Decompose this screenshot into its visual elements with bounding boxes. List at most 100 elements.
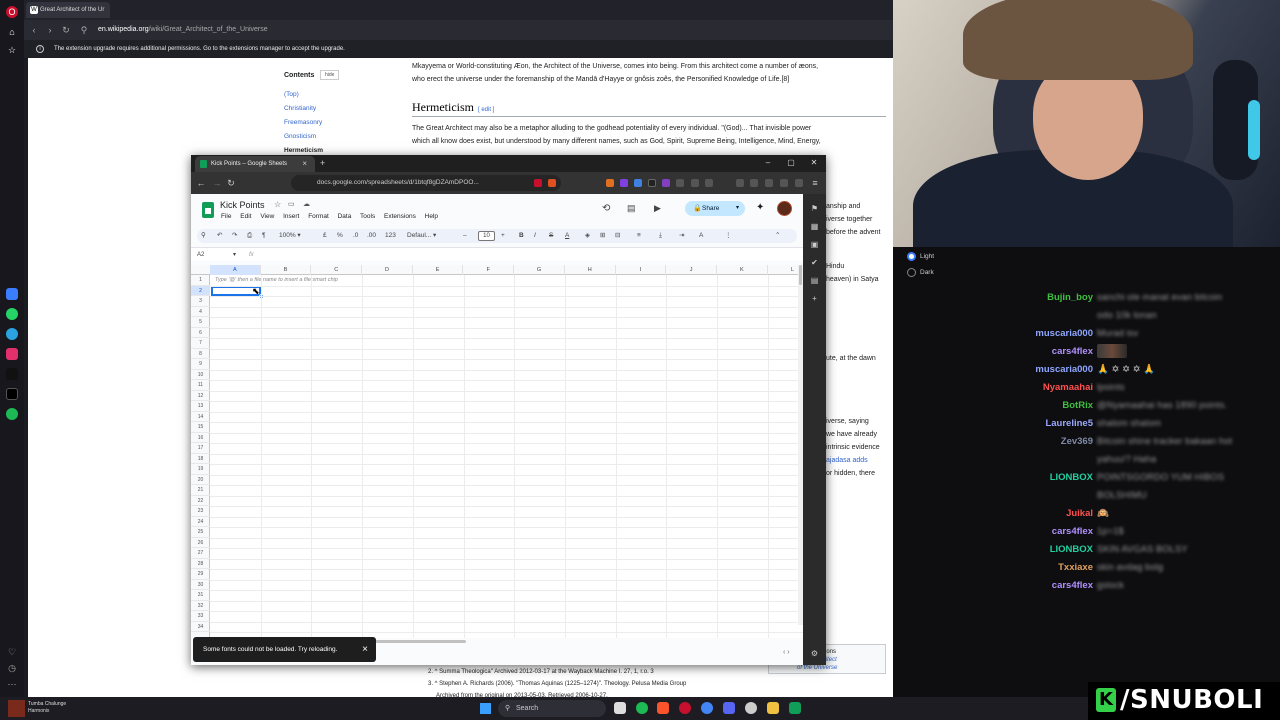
star-icon[interactable]: ☆ xyxy=(6,44,18,56)
row-header[interactable]: 8 xyxy=(191,349,210,359)
italic-button[interactable]: I xyxy=(534,229,536,243)
more-icon[interactable]: ⋯ xyxy=(6,678,18,690)
comment-icon[interactable]: ▤ xyxy=(627,203,636,214)
menu-help[interactable]: Help xyxy=(425,213,438,220)
site-settings-icon[interactable]: ⚲ xyxy=(78,20,90,40)
puzzle-icon[interactable] xyxy=(691,179,699,187)
menu-icon[interactable]: ≡ xyxy=(809,176,821,190)
chevron-down-icon[interactable]: ▾ xyxy=(233,248,236,262)
row-header[interactable]: 20 xyxy=(191,475,210,485)
print-icon[interactable]: ⎙ xyxy=(247,229,252,243)
menu-file[interactable]: File xyxy=(221,213,231,220)
text-wrap-icon[interactable]: ⇥ xyxy=(679,229,684,243)
align-left-icon[interactable]: ≡ xyxy=(637,229,641,243)
chat-username[interactable]: muscaria000 xyxy=(1035,362,1093,378)
forward-icon[interactable]: › xyxy=(44,20,56,40)
zoom-select[interactable]: 100% ▾ xyxy=(279,229,301,243)
back-icon[interactable]: ‹ xyxy=(28,20,40,40)
windows-start-icon[interactable] xyxy=(480,703,491,714)
close-icon[interactable]: × xyxy=(362,637,368,662)
font-size-field[interactable]: 10 xyxy=(478,231,495,241)
row-header[interactable]: 15 xyxy=(191,422,210,433)
chat-username[interactable]: Bujin_boy xyxy=(1047,290,1093,306)
row-header[interactable]: 23 xyxy=(191,506,210,517)
row-header[interactable]: 4 xyxy=(191,307,210,317)
font-size-decrease-icon[interactable]: – xyxy=(463,229,467,243)
light-radio[interactable] xyxy=(907,252,916,261)
text-color-button[interactable]: A xyxy=(565,229,569,243)
document-title[interactable]: Kick Points xyxy=(220,200,265,210)
close-tab-icon[interactable]: × xyxy=(302,156,307,172)
opera-tab-wikipedia[interactable]: W Great Architect of the Ur xyxy=(26,2,110,18)
row-header[interactable]: 3 xyxy=(191,296,210,307)
calendar-icon[interactable]: ▦ xyxy=(809,222,820,231)
spotify-icon[interactable] xyxy=(6,408,18,420)
row-header[interactable]: 24 xyxy=(191,517,210,527)
row-header[interactable]: 11 xyxy=(191,380,210,391)
more-options-icon[interactable]: ⋮ xyxy=(725,229,732,243)
obs-icon[interactable] xyxy=(745,702,757,714)
shield-icon[interactable] xyxy=(795,179,803,187)
borders-icon[interactable]: ⊞ xyxy=(600,229,605,243)
column-header[interactable]: J xyxy=(666,265,717,275)
taskbar-search[interactable]: ⚲ Search xyxy=(498,700,606,717)
chat-username[interactable]: Nyamaahai xyxy=(1043,380,1093,396)
dark-radio[interactable] xyxy=(907,268,916,277)
extension-icon[interactable] xyxy=(648,179,656,187)
menu-insert[interactable]: Insert xyxy=(283,213,299,220)
chat-username[interactable]: BotRix xyxy=(1062,398,1093,414)
new-tab-icon[interactable]: + xyxy=(320,155,325,171)
extension-icon[interactable] xyxy=(634,179,642,187)
menu-tools[interactable]: Tools xyxy=(360,213,375,220)
paint-format-icon[interactable]: ¶ xyxy=(262,229,266,243)
media-icon[interactable] xyxy=(705,179,713,187)
extension-icon[interactable] xyxy=(662,179,670,187)
column-header[interactable]: D xyxy=(362,265,413,275)
sheets-url-field[interactable]: docs.google.com/spreadsheets/d/1btqf8gDZ… xyxy=(291,175,561,191)
contacts-icon[interactable]: ▤ xyxy=(809,276,820,285)
chat-username[interactable]: Juikal xyxy=(1066,506,1093,522)
toc-hide-button[interactable]: hide xyxy=(320,70,340,80)
chat-username[interactable]: cars4flex xyxy=(1052,524,1093,540)
row-header[interactable]: 22 xyxy=(191,496,210,506)
menu-data[interactable]: Data xyxy=(338,213,352,220)
row-header[interactable]: 6 xyxy=(191,328,210,338)
toc-item-top[interactable]: (Top) xyxy=(284,91,299,98)
sheets-app-icon[interactable] xyxy=(789,702,801,714)
row-header[interactable]: 28 xyxy=(191,559,210,569)
row-header[interactable]: 21 xyxy=(191,485,210,496)
toc-item-hermeticism[interactable]: Hermeticism xyxy=(284,147,323,154)
row-header[interactable]: 5 xyxy=(191,317,210,328)
row-header[interactable]: 14 xyxy=(191,412,210,422)
tiktok-icon[interactable] xyxy=(6,368,18,380)
toc-item-freemasonry[interactable]: Freemasonry xyxy=(284,119,322,126)
row-header[interactable]: 17 xyxy=(191,443,210,454)
menu-format[interactable]: Format xyxy=(308,213,329,220)
chat-username[interactable]: Zev369 xyxy=(1061,434,1093,450)
avatar[interactable] xyxy=(777,201,792,216)
fill-color-icon[interactable]: ◈ xyxy=(585,229,590,243)
add-icon[interactable]: + xyxy=(809,294,820,303)
move-folder-icon[interactable]: ▭ xyxy=(288,200,295,208)
reload-icon[interactable]: ↻ xyxy=(225,176,237,190)
row-header[interactable]: 2 xyxy=(191,285,210,296)
strikethrough-button[interactable]: S xyxy=(549,229,553,243)
name-box[interactable]: A2 xyxy=(197,248,204,262)
column-header[interactable]: B xyxy=(261,265,312,275)
sheets-logo-icon[interactable] xyxy=(202,202,214,218)
chat-username[interactable]: cars4flex xyxy=(1052,578,1093,594)
spotify-icon[interactable] xyxy=(636,702,648,714)
row-header[interactable]: 19 xyxy=(191,464,210,475)
row-header[interactable]: 32 xyxy=(191,601,210,611)
tasks-icon[interactable]: ✔ xyxy=(809,258,820,267)
collapse-toolbar-icon[interactable]: ⌃ xyxy=(775,229,780,243)
row-header[interactable]: 30 xyxy=(191,580,210,590)
keep-icon[interactable]: ▣ xyxy=(809,240,820,249)
share-button[interactable]: 🔒 Share ▾ xyxy=(685,201,745,216)
row-header[interactable]: 16 xyxy=(191,433,210,443)
star-icon[interactable]: ☆ xyxy=(274,200,281,209)
toc-item-christianity[interactable]: Christianity xyxy=(284,105,316,112)
row-header[interactable]: 26 xyxy=(191,538,210,548)
media-widget[interactable]: Tumba Chalunge Harmonix xyxy=(6,698,84,719)
close-window-icon[interactable]: ✕ xyxy=(804,155,824,171)
